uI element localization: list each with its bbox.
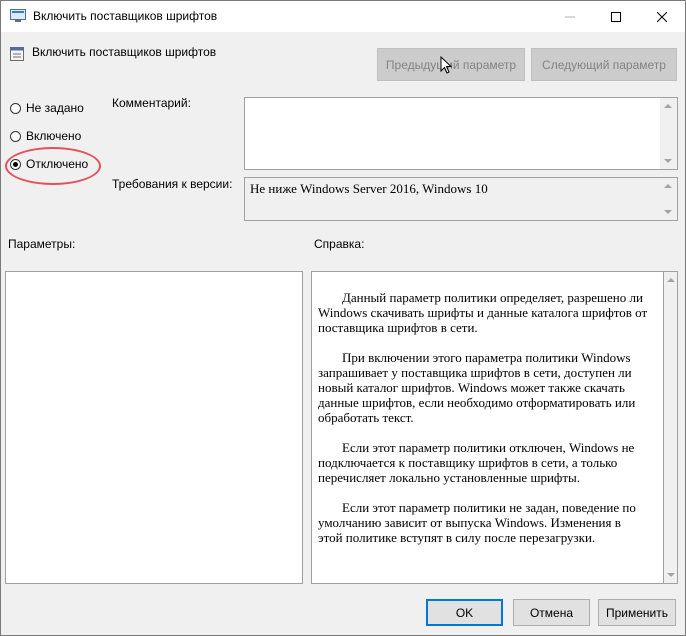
scroll-down-icon[interactable] — [664, 159, 672, 163]
requirements-scrollbar[interactable] — [660, 178, 677, 220]
radio-button[interactable] — [10, 130, 21, 142]
help-paragraph: Данный параметр политики определяет, раз… — [318, 290, 648, 335]
radio-enabled[interactable]: Включено — [10, 128, 81, 144]
requirements-value: Не ниже Windows Server 2016, Windows 10 — [250, 181, 488, 196]
selection-highlight-annotation — [5, 147, 101, 185]
mouse-cursor-icon — [440, 56, 452, 74]
comment-scrollbar[interactable] — [660, 98, 677, 169]
next-setting-button[interactable]: Следующий параметр — [531, 48, 677, 81]
params-panel — [5, 271, 303, 584]
help-label: Справка: — [314, 237, 365, 251]
close-icon — [657, 11, 667, 22]
requirements-label: Требования к версии: — [112, 177, 233, 191]
comment-label: Комментарий: — [112, 96, 191, 110]
policy-dialog: Включить поставщиков шрифтов Включить по… — [0, 0, 686, 636]
scroll-up-icon[interactable] — [664, 184, 672, 188]
ok-button[interactable]: OK — [426, 599, 503, 626]
help-paragraph: Если этот параметр политики не задан, по… — [318, 500, 636, 545]
radio-label: Включено — [26, 129, 82, 143]
radio-button[interactable] — [10, 102, 21, 114]
scroll-up-icon[interactable] — [667, 278, 675, 282]
minimize-icon — [565, 16, 575, 17]
setting-title: Включить поставщиков шрифтов — [32, 45, 217, 59]
help-text: Данный параметр политики определяет, раз… — [318, 290, 648, 560]
maximize-icon — [611, 11, 621, 22]
comment-input[interactable] — [244, 97, 678, 170]
window-title: Включить поставщиков шрифтов — [33, 9, 218, 23]
maximize-button[interactable] — [593, 1, 639, 32]
help-paragraph: При включении этого параметра политики W… — [318, 350, 636, 425]
scroll-down-icon[interactable] — [664, 210, 672, 214]
radio-label: Не задано — [26, 101, 84, 115]
minimize-button[interactable] — [547, 1, 593, 32]
policy-setting-icon — [10, 47, 24, 61]
requirements-field: Не ниже Windows Server 2016, Windows 10 — [244, 177, 678, 221]
close-button[interactable] — [639, 1, 685, 32]
help-scrollbar[interactable] — [664, 271, 678, 584]
help-paragraph: Если этот параметр политики отключен, Wi… — [318, 440, 635, 485]
radio-not-configured[interactable]: Не задано — [10, 100, 84, 116]
help-panel: Данный параметр политики определяет, раз… — [311, 271, 664, 584]
title-bar: Включить поставщиков шрифтов — [1, 1, 685, 32]
params-label: Параметры: — [8, 237, 76, 251]
apply-button[interactable]: Применить — [598, 599, 676, 626]
scroll-down-icon[interactable] — [667, 573, 675, 577]
cancel-button[interactable]: Отмена — [513, 599, 590, 626]
policy-app-icon — [10, 9, 26, 22]
scroll-up-icon[interactable] — [664, 104, 672, 108]
